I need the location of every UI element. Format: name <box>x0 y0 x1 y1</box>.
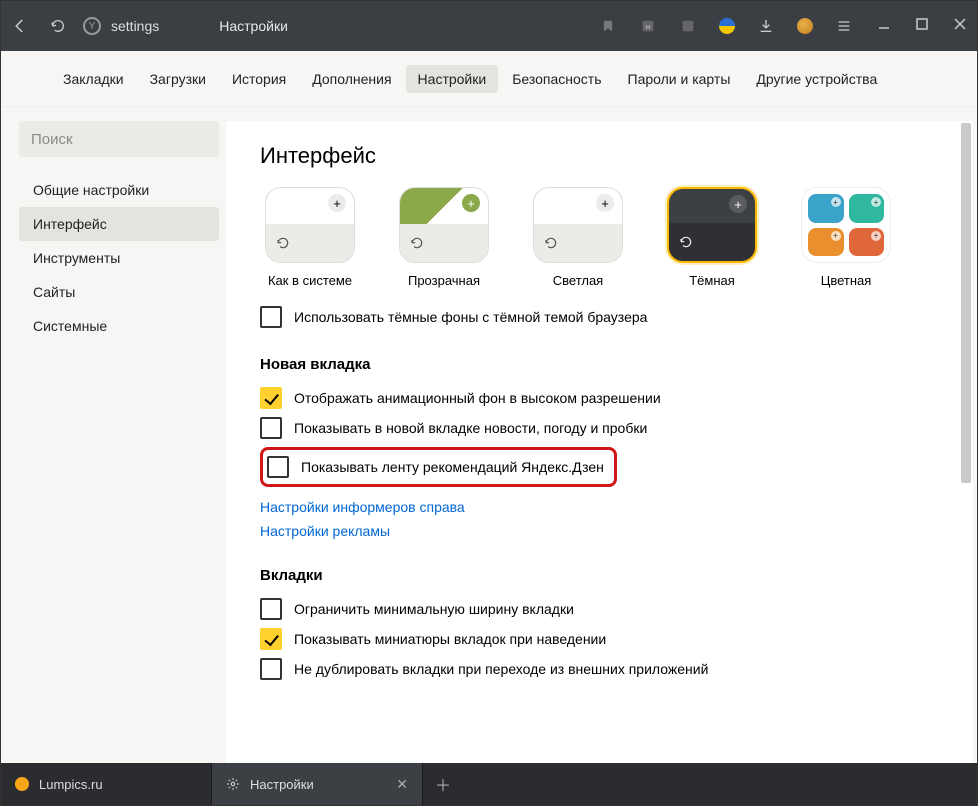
shield-icon[interactable]: ω <box>639 17 657 35</box>
close-icon[interactable]: ✕ <box>396 776 408 793</box>
back-icon[interactable] <box>11 17 29 35</box>
theme-label: Прозрачная <box>408 273 480 288</box>
link-informers[interactable]: Настройки информеров справа <box>260 499 951 515</box>
profile-icon[interactable] <box>797 18 813 34</box>
extension-icon[interactable] <box>679 17 697 35</box>
theme-color[interactable]: + + + + Цветная <box>796 187 896 288</box>
checkbox[interactable] <box>260 598 282 620</box>
theme-system[interactable]: + Как в системе <box>260 187 360 288</box>
checkbox[interactable] <box>260 658 282 680</box>
tab-label: Настройки <box>250 777 314 792</box>
settings-content: Интерфейс + Как в системе + Прозрачная +… <box>226 121 973 763</box>
close-button[interactable] <box>953 17 967 36</box>
option-label: Не дублировать вкладки при переходе из в… <box>294 661 708 677</box>
topnav-passwords[interactable]: Пароли и карты <box>616 65 743 93</box>
browser-window: Y settings Настройки ω <box>0 0 978 806</box>
nav-group <box>11 17 67 35</box>
settings-body: Поиск Общие настройки Интерфейс Инструме… <box>1 107 977 763</box>
option-label: Использовать тёмные фоны с тёмной темой … <box>294 309 647 325</box>
theme-transparent[interactable]: + Прозрачная <box>394 187 494 288</box>
gear-icon <box>226 777 240 791</box>
option-min-tab-width[interactable]: Ограничить минимальную ширину вкладки <box>260 598 951 620</box>
flag-icon[interactable] <box>719 18 735 34</box>
scrollbar[interactable] <box>961 123 971 761</box>
yandex-icon: Y <box>83 17 101 35</box>
checkbox[interactable] <box>267 456 289 478</box>
page-title: Настройки <box>219 18 288 34</box>
section-heading-newtab: Новая вкладка <box>260 356 951 373</box>
tab-settings[interactable]: Настройки ✕ <box>212 763 422 805</box>
bookmark-icon[interactable] <box>599 17 617 35</box>
tab-lumpics[interactable]: Lumpics.ru <box>1 763 211 805</box>
sidebar: Поиск Общие настройки Интерфейс Инструме… <box>1 107 226 763</box>
option-label: Показывать ленту рекомендаций Яндекс.Дзе… <box>301 459 604 475</box>
theme-label: Как в системе <box>268 273 352 288</box>
toolbar-tools: ω <box>599 17 853 35</box>
address-bar[interactable]: Y settings <box>83 17 159 35</box>
option-label: Показывать миниатюры вкладок при наведен… <box>294 631 606 647</box>
checkbox[interactable] <box>260 417 282 439</box>
plus-icon: + <box>596 194 614 212</box>
checkbox[interactable] <box>260 387 282 409</box>
tab-strip: Lumpics.ru Настройки ✕ ＋ <box>1 763 977 805</box>
topnav-settings[interactable]: Настройки <box>406 65 499 93</box>
svg-text:ω: ω <box>646 25 651 31</box>
plus-icon: + <box>462 194 480 212</box>
theme-picker: + Как в системе + Прозрачная + Светлая +… <box>260 187 951 288</box>
tab-label: Lumpics.ru <box>39 777 103 792</box>
settings-top-nav: Закладки Загрузки История Дополнения Нас… <box>1 51 977 107</box>
new-tab-button[interactable]: ＋ <box>423 763 463 805</box>
maximize-button[interactable] <box>915 17 929 36</box>
option-zen-feed[interactable]: Показывать ленту рекомендаций Яндекс.Дзе… <box>267 456 604 478</box>
topnav-addons[interactable]: Дополнения <box>300 65 403 93</box>
theme-label: Цветная <box>821 273 872 288</box>
checkbox[interactable] <box>260 628 282 650</box>
sidebar-item-general[interactable]: Общие настройки <box>19 173 219 207</box>
theme-label: Светлая <box>553 273 603 288</box>
option-dark-backgrounds[interactable]: Использовать тёмные фоны с тёмной темой … <box>260 306 951 328</box>
sidebar-item-interface[interactable]: Интерфейс <box>19 207 219 241</box>
option-label: Ограничить минимальную ширину вкладки <box>294 601 574 617</box>
option-no-dup-tabs[interactable]: Не дублировать вкладки при переходе из в… <box>260 658 951 680</box>
titlebar: Y settings Настройки ω <box>1 1 977 51</box>
favicon-icon <box>15 777 29 791</box>
plus-icon: + <box>328 194 346 212</box>
option-anim-bg[interactable]: Отображать анимационный фон в высоком ра… <box>260 387 951 409</box>
topnav-history[interactable]: История <box>220 65 298 93</box>
download-icon[interactable] <box>757 17 775 35</box>
section-heading-tabs: Вкладки <box>260 567 951 584</box>
theme-light[interactable]: + Светлая <box>528 187 628 288</box>
option-label: Отображать анимационный фон в высоком ра… <box>294 390 661 406</box>
scrollbar-thumb[interactable] <box>961 123 971 483</box>
highlighted-option: Показывать ленту рекомендаций Яндекс.Дзе… <box>260 447 617 487</box>
window-controls <box>877 17 967 36</box>
topnav-devices[interactable]: Другие устройства <box>744 65 889 93</box>
option-news-weather[interactable]: Показывать в новой вкладке новости, пого… <box>260 417 951 439</box>
sidebar-item-system[interactable]: Системные <box>19 309 219 343</box>
option-tab-thumbnails[interactable]: Показывать миниатюры вкладок при наведен… <box>260 628 951 650</box>
sidebar-item-sites[interactable]: Сайты <box>19 275 219 309</box>
content-heading: Интерфейс <box>260 143 951 169</box>
plus-icon: + <box>729 195 747 213</box>
address-text: settings <box>111 18 159 34</box>
theme-dark[interactable]: + Тёмная <box>662 187 762 288</box>
checkbox[interactable] <box>260 306 282 328</box>
option-label: Показывать в новой вкладке новости, пого… <box>294 420 647 436</box>
theme-label: Тёмная <box>689 273 735 288</box>
topnav-security[interactable]: Безопасность <box>500 65 613 93</box>
menu-icon[interactable] <box>835 17 853 35</box>
search-input[interactable]: Поиск <box>19 121 219 157</box>
reload-icon[interactable] <box>49 17 67 35</box>
minimize-button[interactable] <box>877 17 891 36</box>
topnav-bookmarks[interactable]: Закладки <box>51 65 136 93</box>
link-ads[interactable]: Настройки рекламы <box>260 523 951 539</box>
sidebar-item-tools[interactable]: Инструменты <box>19 241 219 275</box>
topnav-downloads[interactable]: Загрузки <box>138 65 218 93</box>
